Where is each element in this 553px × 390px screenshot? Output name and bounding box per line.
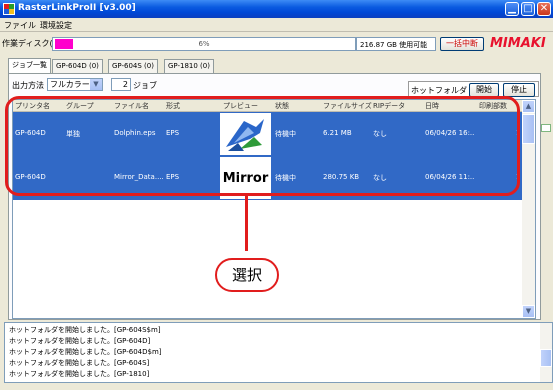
callout-label: 選択 [215,258,279,292]
log-line: ホットフォルダを開始しました。[GP-604S] [9,359,150,367]
side-handle[interactable] [541,124,551,132]
selection-highlight-ring [5,96,520,196]
disk-status-bar: 作業ディスク(C:) 6% 216.87 GB 使用可能 一括中断 MIMAKI [0,33,553,55]
tab-gp-1810[interactable]: GP-1810 (0) [164,59,214,73]
log-line: ホットフォルダを開始しました。[GP-604D$m] [9,348,162,356]
disk-usage-gauge: 6% [52,37,356,51]
output-method-label: 出力方法 [12,81,44,90]
maximize-button[interactable]: □ [521,2,535,16]
hotfolder-label: ホットフォルダ [411,86,467,95]
hotfolder-start-button[interactable]: 開始 [469,83,499,97]
output-method-value: フルカラー [50,80,90,89]
log-scroll-thumb[interactable] [540,349,552,367]
tab-job-list[interactable]: ジョブ一覧 [8,58,51,73]
table-scrollbar[interactable]: ▲ ▼ [522,100,535,318]
disk-usage-percent: 6% [198,40,210,48]
minimize-button[interactable]: ▁ [505,2,519,16]
menu-file[interactable]: ファイル [4,20,36,31]
title-bar: RasterLinkProII [v3.00] ▁ □ ✕ [0,0,553,18]
log-line: ホットフォルダを開始しました。[GP-604S$m] [9,326,161,334]
job-count-unit: ジョブ [133,81,157,90]
scroll-down-icon[interactable]: ▼ [522,305,535,318]
log-line: ホットフォルダを開始しました。[GP-604D] [9,337,151,345]
callout-pointer [245,196,248,251]
disk-free-space: 216.87 GB 使用可能 [356,37,436,51]
menu-bar: ファイル 環境設定 [0,18,553,32]
message-log: ホットフォルダを開始しました。[GP-604S$m] ホットフォルダを開始しまし… [4,322,553,383]
tab-gp-604s[interactable]: GP-604S (0) [108,59,158,73]
stop-all-button[interactable]: 一括中断 [440,37,484,51]
scroll-up-icon[interactable]: ▲ [522,100,535,113]
hotfolder-controls: ホットフォルダ 開始 停止 [408,81,539,97]
output-method-select[interactable]: フルカラー ▼ [47,78,103,91]
window-title: RasterLinkProII [v3.00] [18,3,136,13]
menu-settings[interactable]: 環境設定 [40,20,72,31]
tab-gp-604d[interactable]: GP-604D (0) [52,59,103,73]
log-scrollbar[interactable] [540,323,552,382]
brand-logo: MIMAKI [490,36,546,51]
close-button[interactable]: ✕ [537,2,551,16]
log-line: ホットフォルダを開始しました。[GP-1810] [9,370,150,378]
job-count: 2 [111,78,131,91]
scroll-thumb[interactable] [522,114,535,144]
chevron-down-icon[interactable]: ▼ [90,79,102,90]
app-icon [3,3,15,15]
hotfolder-stop-button[interactable]: 停止 [503,83,535,97]
